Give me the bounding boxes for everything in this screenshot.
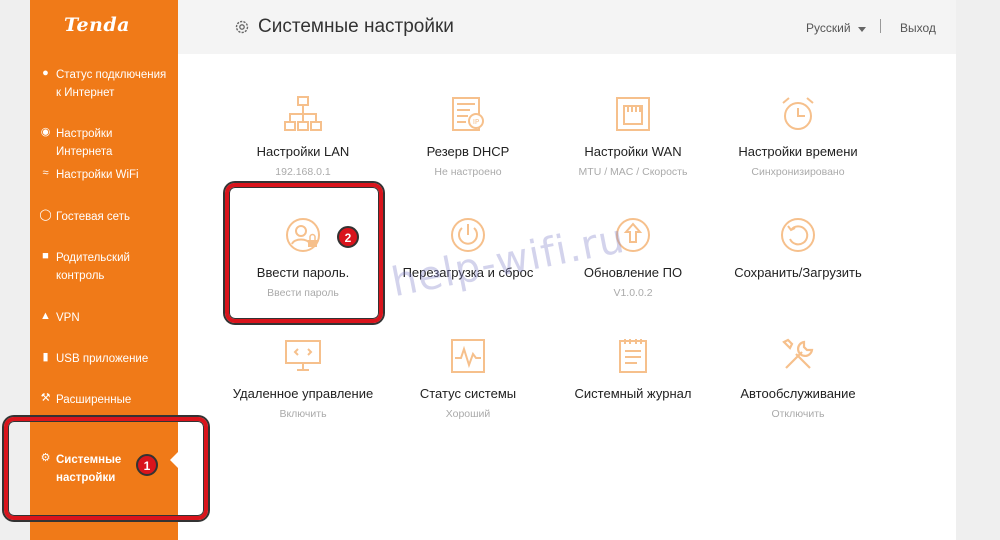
- divider: [880, 19, 881, 33]
- tile-system-log[interactable]: Системный журнал: [553, 336, 713, 446]
- tile-status: Хороший: [445, 408, 491, 420]
- tile-time-settings[interactable]: Настройки времени Синхронизировано: [718, 94, 878, 204]
- tile-backup-restore[interactable]: Сохранить/Загрузить: [718, 215, 878, 325]
- tile-label: Сохранить/Загрузить: [734, 265, 862, 280]
- tile-label: Настройки LAN: [256, 144, 350, 159]
- page-margin: [956, 0, 1000, 540]
- page-title: Системные настройки: [258, 16, 454, 37]
- tile-dhcp-reservation[interactable]: IP Резерв DHCP Не настроено: [388, 94, 548, 204]
- tile-label: Статус системы: [419, 386, 517, 401]
- globe-icon: ◉: [40, 126, 51, 138]
- sidebar-item-label: Гостевая сеть: [56, 211, 130, 223]
- tile-label: Настройки WAN: [584, 144, 682, 159]
- tile-status: Не настроено: [434, 166, 502, 178]
- gear-icon: [235, 20, 249, 34]
- pulse-icon: [451, 339, 485, 373]
- wifi-icon: ≈: [42, 167, 49, 179]
- vpn-icon: ▲: [40, 310, 51, 322]
- highlight-password-tile: [225, 183, 383, 323]
- wrench-icon: ⚒: [40, 392, 51, 404]
- sidebar-item-advanced[interactable]: ⚒ Расширенные: [30, 391, 178, 409]
- tile-status: 192.168.0.1: [275, 166, 331, 178]
- sidebar-item-label: Настройки Интернета: [56, 128, 113, 158]
- tile-status: Отключить: [771, 408, 825, 420]
- language-select[interactable]: Русский: [806, 21, 851, 35]
- svg-text:IP: IP: [473, 118, 479, 126]
- header: Системные настройки Русский Выход: [178, 0, 956, 54]
- tile-label: Резерв DHCP: [426, 144, 510, 159]
- tools-icon: [782, 338, 814, 369]
- sidebar-item-label: Статус подключения к Интернет: [56, 69, 167, 99]
- tile-status: Включить: [279, 408, 327, 420]
- sidebar-item-label: Родительский контроль: [56, 252, 130, 282]
- status-icon: ●: [42, 67, 49, 79]
- sidebar-item-vpn[interactable]: ▲ VPN: [30, 309, 178, 327]
- tile-label: Настройки времени: [738, 144, 858, 159]
- tile-status: Синхронизировано: [751, 166, 845, 178]
- logout-link[interactable]: Выход: [900, 21, 936, 35]
- log-icon: [619, 339, 647, 373]
- tile-remote-management[interactable]: Удаленное управление Включить: [223, 336, 383, 446]
- tile-wan-settings[interactable]: Настройки WAN MTU / MAC / Скорость: [553, 94, 713, 204]
- lan-icon: [284, 96, 322, 131]
- tile-auto-maintenance[interactable]: Автообслуживание Отключить: [718, 336, 878, 446]
- guest-icon: ◯: [39, 209, 52, 221]
- tenda-logo: Tenda: [64, 14, 130, 36]
- tile-label: Автообслуживание: [740, 386, 856, 401]
- usb-icon: ▮: [42, 351, 49, 363]
- sidebar-item-internet-settings[interactable]: ◉ Настройки Интернета: [30, 125, 178, 161]
- remote-icon: [285, 340, 321, 371]
- chevron-down-icon[interactable]: [858, 27, 866, 32]
- sidebar-item-wifi[interactable]: ≈ Настройки WiFi: [30, 166, 178, 184]
- dhcp-icon: IP: [452, 97, 484, 131]
- tile-status: V1.0.0.2: [613, 287, 653, 299]
- parental-icon: ■: [42, 250, 49, 262]
- step-badge-1: 1: [136, 454, 158, 476]
- backup-icon: [781, 218, 815, 252]
- tile-status: MTU / MAC / Скорость: [578, 166, 688, 178]
- sidebar-item-label: USB приложение: [56, 353, 149, 365]
- sidebar-item-guest[interactable]: ◯ Гостевая сеть: [30, 208, 178, 226]
- sidebar-item-label: VPN: [56, 312, 80, 324]
- tile-label: Удаленное управление: [232, 386, 374, 401]
- tile-system-status[interactable]: Статус системы Хороший: [388, 336, 548, 446]
- wan-icon: [616, 97, 650, 131]
- sidebar-item-internet-status[interactable]: ● Статус подключения к Интернет: [30, 66, 178, 102]
- alarm-clock-icon: [782, 97, 814, 130]
- step-badge-2: 2: [337, 226, 359, 248]
- highlight-system-settings: [4, 417, 208, 520]
- sidebar-item-label: Расширенные: [56, 394, 132, 406]
- tile-label: Системный журнал: [574, 386, 692, 401]
- sidebar-item-usb[interactable]: ▮ USB приложение: [30, 350, 178, 368]
- sidebar-item-parental[interactable]: ■ Родительский контроль: [30, 249, 178, 285]
- sidebar-item-label: Настройки WiFi: [56, 169, 139, 181]
